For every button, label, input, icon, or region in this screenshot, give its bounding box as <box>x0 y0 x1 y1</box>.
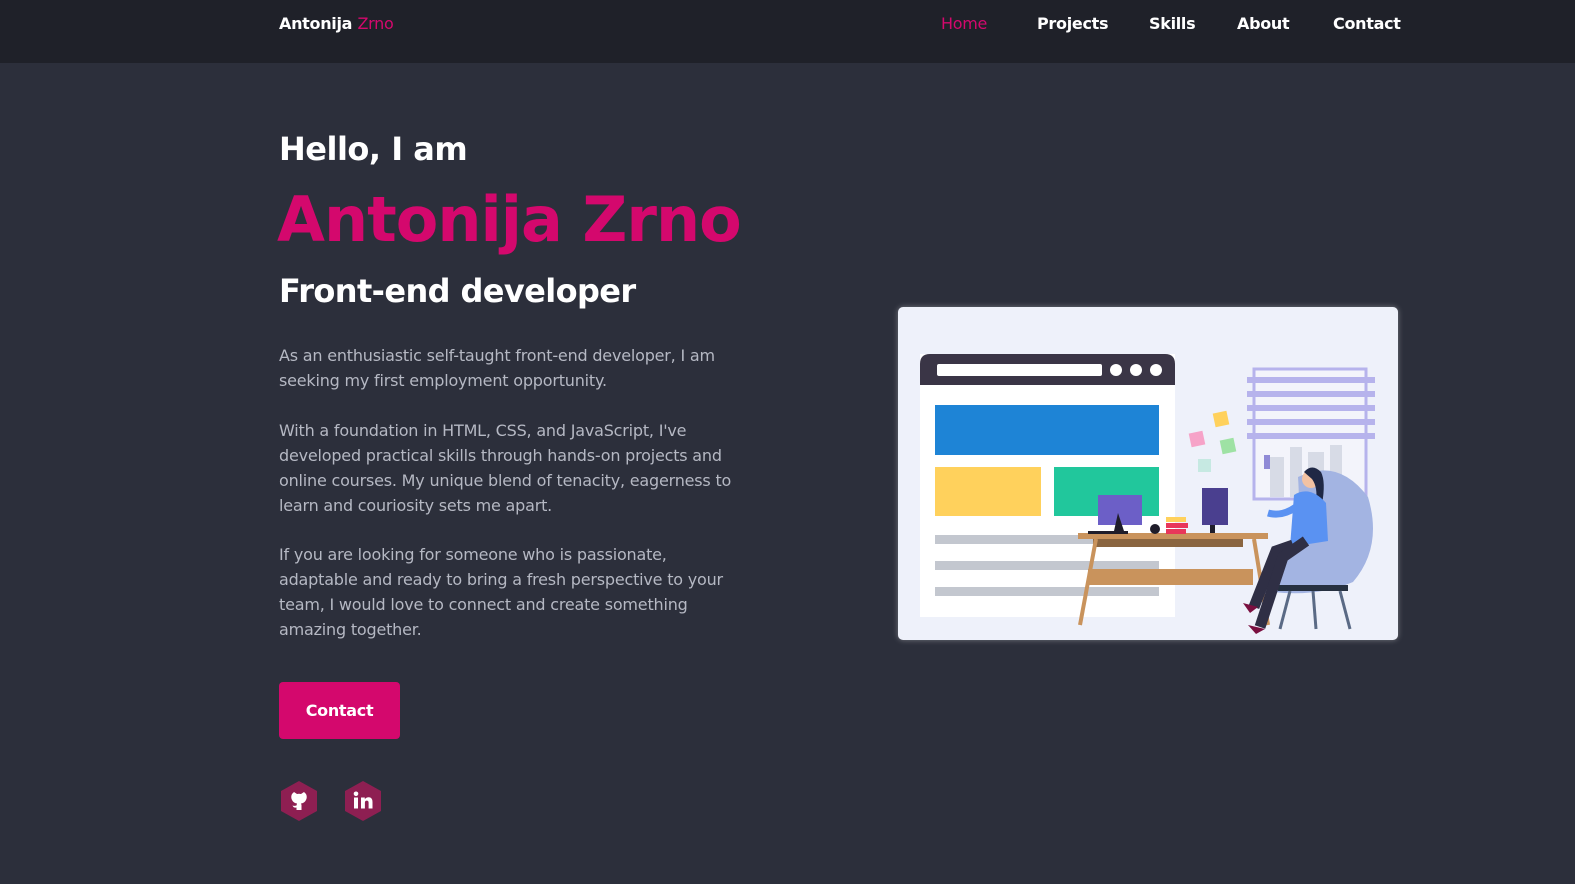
nav-item-home[interactable]: Home <box>941 14 987 33</box>
hero-illustration <box>898 307 1398 640</box>
contact-button[interactable]: Contact <box>279 682 400 739</box>
brand-last-name: Zrno <box>357 14 394 33</box>
closing-paragraph: If you are looking for someone who is pa… <box>279 545 723 639</box>
linkedin-link[interactable] <box>342 780 384 822</box>
hero-name: Antonija Zrno <box>277 183 742 256</box>
nav-item-contact[interactable]: Contact <box>1333 14 1401 33</box>
skills-paragraph: With a foundation in HTML, CSS, and Java… <box>279 421 732 515</box>
navbar: Antonija Zrno Home Projects Skills About… <box>0 0 1575 63</box>
github-icon <box>281 781 317 821</box>
brand-first-name: Antonija <box>279 14 353 33</box>
brand-logo[interactable]: Antonija Zrno <box>279 14 394 33</box>
hero-role: Front-end developer <box>279 272 636 310</box>
developer-illustration <box>920 354 1375 634</box>
nav-item-projects[interactable]: Projects <box>1037 14 1109 33</box>
nav-item-about[interactable]: About <box>1237 14 1290 33</box>
nav-item-skills[interactable]: Skills <box>1149 14 1196 33</box>
linkedin-icon <box>345 781 381 821</box>
hero-greeting: Hello, I am <box>279 130 468 168</box>
github-link[interactable] <box>278 780 320 822</box>
intro-paragraph: As an enthusiastic self-taught front-end… <box>279 346 715 390</box>
